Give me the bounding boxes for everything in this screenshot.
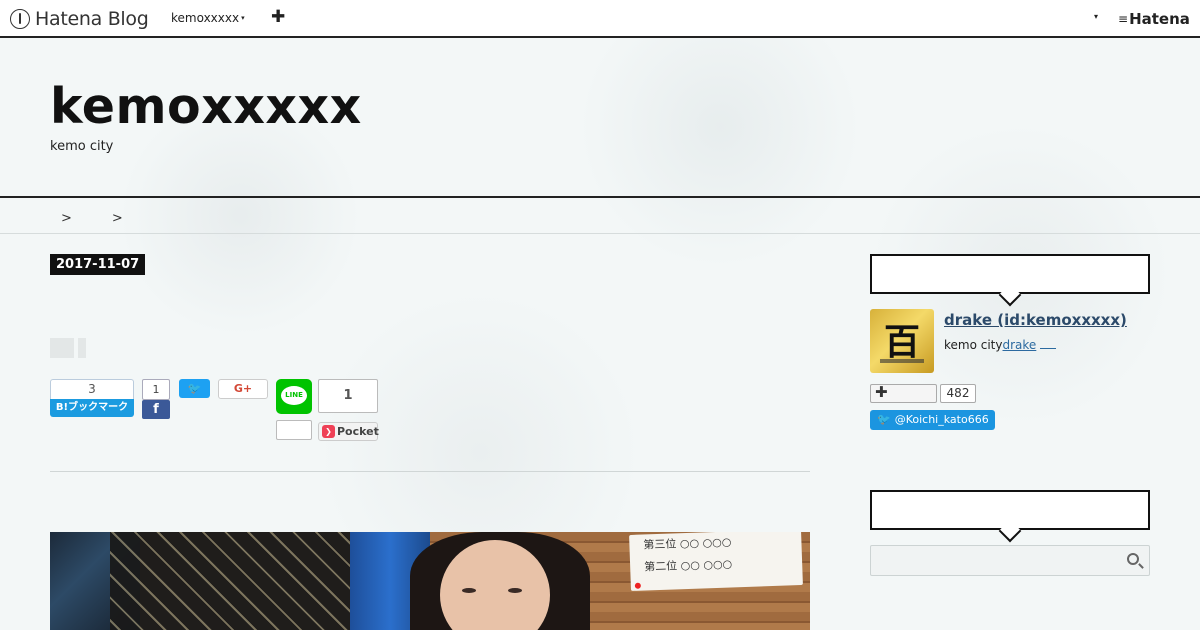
logo-text: Hatena Blog bbox=[35, 8, 149, 30]
user-menu-chevron-icon[interactable]: ▾ bbox=[1094, 12, 1098, 21]
hatena-mark-icon: ≡ bbox=[1118, 12, 1128, 26]
sidebar-profile-heading bbox=[870, 254, 1150, 294]
blog-description: kemo city bbox=[50, 139, 114, 154]
entry-category-badge[interactable] bbox=[50, 338, 74, 358]
hatena-bookmark-button[interactable]: B!ブックマーク bbox=[50, 399, 134, 417]
profile-name-link[interactable]: drake (id:kemoxxxxx) bbox=[944, 311, 1127, 329]
blog-title[interactable]: kemoxxxxx bbox=[50, 78, 362, 135]
photo-region-pattern bbox=[110, 532, 370, 630]
hatena-topbar: Hatena Blog kemoxxxxx ▾ ✚ ▾ ≡ Hatena bbox=[0, 0, 1200, 38]
avatar[interactable]: 百 bbox=[870, 309, 934, 373]
entry-divider bbox=[50, 471, 810, 472]
facebook-share-count: 1 bbox=[142, 379, 170, 400]
pocket-label: Pocket bbox=[337, 425, 379, 438]
photo-paper-sign: 第三位 ○○ ○○○ 第二位 ○○ ○○○ bbox=[629, 532, 803, 591]
breadcrumb-separator: > bbox=[111, 211, 123, 226]
search-icon[interactable] bbox=[1127, 553, 1139, 565]
twitter-handle: @Koichi_kato666 bbox=[894, 413, 989, 426]
entry-date[interactable]: 2017-11-07 bbox=[50, 254, 146, 275]
hatena-blog-logo[interactable]: Hatena Blog bbox=[10, 7, 149, 31]
blog-header: kemoxxxxx kemo city bbox=[0, 38, 1200, 198]
share-buttons: 3 B!ブックマーク 1 f 🐦 G+ LINE 1 ❯ Pocket bbox=[50, 379, 390, 443]
pocket-icon: ❯ bbox=[322, 425, 335, 438]
add-entry-button[interactable]: ✚ bbox=[271, 7, 285, 27]
subscriber-count: 482 bbox=[940, 384, 976, 403]
entry-photo[interactable]: 第三位 ○○ ○○○ 第二位 ○○ ○○○ bbox=[50, 532, 810, 630]
photo-region-eye bbox=[462, 588, 476, 593]
breadcrumb-separator: > bbox=[61, 211, 72, 226]
plus-icon: ✚ bbox=[875, 383, 888, 401]
twitter-share-button[interactable]: 🐦 bbox=[179, 379, 210, 398]
pin-icon bbox=[634, 582, 641, 589]
line-icon: LINE bbox=[281, 386, 307, 405]
hatena-logo-icon bbox=[10, 9, 30, 29]
facebook-share-button[interactable]: f bbox=[142, 400, 170, 419]
profile-desc-link-extra[interactable] bbox=[1040, 339, 1057, 349]
hatena-link[interactable]: ≡ Hatena bbox=[1118, 10, 1190, 28]
entry-category-badge[interactable] bbox=[78, 338, 86, 358]
photo-region-eye bbox=[508, 588, 522, 593]
line-share-count bbox=[276, 420, 312, 440]
line-share-button[interactable]: LINE bbox=[276, 379, 312, 414]
twitter-follow-button[interactable]: 🐦 @Koichi_kato666 bbox=[870, 410, 995, 430]
breadcrumb-home-link[interactable] bbox=[48, 213, 52, 225]
chevron-down-icon: ▾ bbox=[241, 14, 245, 22]
pocket-count: 1 bbox=[318, 379, 378, 413]
photo-paper-line: 第二位 ○○ ○○○ bbox=[643, 557, 733, 574]
search-form bbox=[870, 545, 1150, 576]
profile-description: kemo citydrake bbox=[944, 338, 1057, 352]
sidebar-search-heading bbox=[870, 490, 1150, 530]
twitter-bird-icon: 🐦 bbox=[187, 382, 202, 395]
search-input[interactable] bbox=[875, 550, 1115, 572]
profile-desc-link[interactable]: drake bbox=[1003, 338, 1037, 352]
profile-desc-text: kemo city bbox=[944, 338, 1003, 352]
subscribe-button[interactable]: ✚ bbox=[870, 384, 937, 403]
twitter-bird-icon: 🐦 bbox=[877, 413, 891, 426]
breadcrumb-category-link[interactable] bbox=[81, 213, 103, 225]
google-plus-share-button[interactable]: G+ bbox=[218, 379, 268, 399]
pocket-button[interactable]: ❯ Pocket bbox=[318, 422, 379, 441]
hatena-bookmark-count[interactable]: 3 bbox=[50, 379, 134, 399]
hatena-label: Hatena bbox=[1129, 10, 1190, 28]
avatar-glyph: 百 bbox=[883, 321, 920, 363]
blog-menu-label: kemoxxxxx bbox=[171, 11, 240, 25]
breadcrumb: > > bbox=[0, 198, 1200, 234]
blog-menu-dropdown[interactable]: kemoxxxxx ▾ bbox=[171, 11, 245, 25]
avatar-caption-bar bbox=[880, 359, 924, 363]
